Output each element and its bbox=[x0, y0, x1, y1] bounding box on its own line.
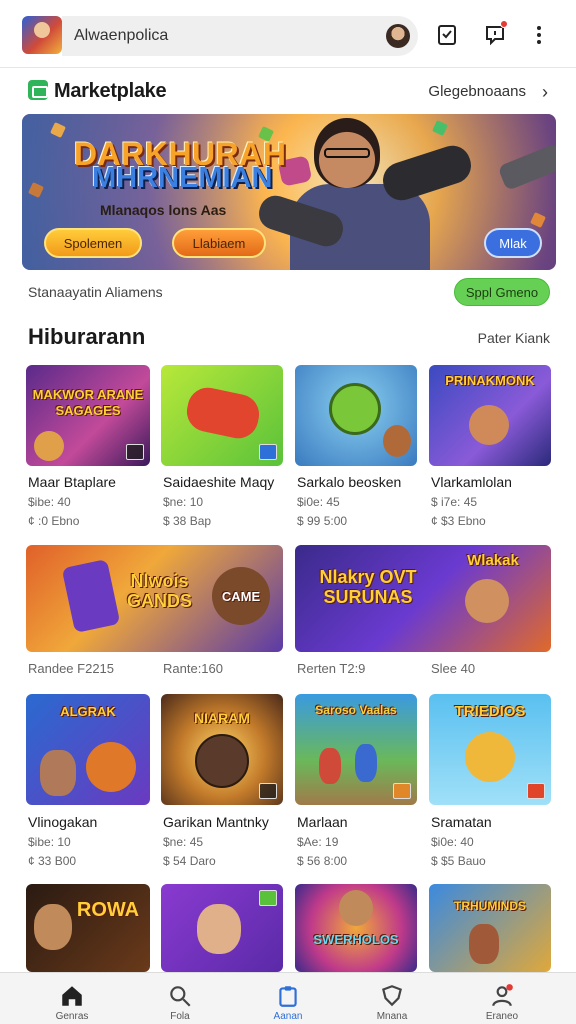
marketplace-header: Marketplake Glegebnoaans › bbox=[0, 68, 576, 114]
user-icon bbox=[492, 984, 513, 1007]
section-more-link[interactable]: Pater Kiank bbox=[478, 330, 550, 346]
nav-library[interactable]: Aanan bbox=[248, 973, 328, 1024]
featured-banner[interactable]: DARKHURAH MHRNEMIAN Mlanaqos lons Aas Sp… bbox=[22, 114, 556, 270]
badge-icon bbox=[527, 783, 545, 799]
nav-label: Mnana bbox=[376, 1011, 408, 1022]
game-tile[interactable] bbox=[161, 884, 283, 972]
game-title[interactable]: Vlarkamlolan bbox=[431, 474, 512, 490]
game-tile[interactable]: MAKWOR ARANE SAGAGES bbox=[26, 365, 150, 466]
search-icon bbox=[170, 986, 191, 1007]
game-tile[interactable]: SWERHOLOS bbox=[295, 884, 417, 972]
banner-button-primary[interactable]: Spolemen bbox=[44, 228, 142, 258]
nav-label: Fola bbox=[170, 1011, 190, 1022]
game-meta: ¢ $3 Ebno bbox=[431, 514, 486, 528]
game-title[interactable]: Garikan Mantnky bbox=[163, 814, 269, 830]
game-meta: Slee 40 bbox=[431, 661, 476, 676]
game-meta: $ 56 8:00 bbox=[297, 854, 348, 868]
banner-button-secondary[interactable]: Llabiaem bbox=[172, 228, 266, 258]
game-title[interactable]: Saidaeshite Maqy bbox=[163, 474, 274, 490]
game-price: $i0e: 45 bbox=[297, 495, 340, 509]
game-tile-wide[interactable]: Nlakry OVT SURUNAS Wlakak bbox=[295, 545, 551, 652]
bottom-navigation: Genras Fola Aanan Mnana Eraneo bbox=[0, 972, 576, 1024]
banner-title-line2: MHRNEMIAN bbox=[92, 162, 273, 194]
game-title[interactable]: Sramatan bbox=[431, 814, 492, 830]
glasses-icon bbox=[324, 148, 370, 158]
more-menu-icon[interactable] bbox=[524, 20, 554, 50]
game-tile[interactable]: PRINAKMONK bbox=[429, 365, 551, 466]
shield-icon bbox=[382, 985, 402, 1007]
app-avatar-icon[interactable] bbox=[22, 16, 62, 54]
game-tile[interactable]: TRIEDIOS bbox=[429, 694, 551, 805]
game-price: $ i7e: 45 bbox=[431, 495, 478, 509]
bookmark-icon[interactable] bbox=[432, 20, 462, 50]
nav-home[interactable]: Genras bbox=[32, 973, 112, 1024]
top-bar: Alwaenpolica bbox=[0, 0, 576, 68]
game-tile[interactable]: Saroso Vaalas bbox=[295, 694, 417, 805]
game-tile[interactable] bbox=[161, 365, 283, 466]
game-price: $i0e: 40 bbox=[431, 835, 474, 849]
banner-button-more[interactable]: Mlak bbox=[484, 228, 542, 258]
status-text: Stanaayatin Aliamens bbox=[28, 284, 163, 300]
game-tile[interactable]: ALGRAK bbox=[26, 694, 150, 805]
badge-icon bbox=[393, 783, 411, 799]
game-meta: Randee F2215 bbox=[28, 661, 115, 676]
marketplace-logo-icon bbox=[28, 80, 48, 100]
game-price: $Ae: 19 bbox=[297, 835, 339, 849]
game-price: $ne: 10 bbox=[163, 495, 204, 509]
game-meta: $ $5 Bauo bbox=[431, 854, 486, 868]
game-meta: $ 38 Bap bbox=[163, 514, 212, 528]
section-title: Hiburarann bbox=[28, 324, 146, 349]
game-meta: ¢ 33 B00 bbox=[28, 854, 77, 868]
game-price: $ne: 45 bbox=[163, 835, 204, 849]
message-icon[interactable] bbox=[480, 20, 510, 50]
game-price: $ibe: 40 bbox=[28, 495, 71, 509]
marketplace-title: Marketplake bbox=[54, 80, 167, 102]
nav-label: Eraneo bbox=[485, 1011, 519, 1022]
banner-subtitle: Mlanaqos lons Aas bbox=[100, 202, 227, 218]
game-meta: $ 54 Daro bbox=[163, 854, 216, 868]
home-icon bbox=[62, 986, 82, 1006]
nav-search[interactable]: Fola bbox=[140, 973, 220, 1024]
search-bar[interactable]: Alwaenpolica bbox=[62, 16, 418, 56]
badge-icon bbox=[259, 783, 277, 799]
clipboard-icon bbox=[279, 986, 297, 1007]
game-tile[interactable]: NIARAM bbox=[161, 694, 283, 805]
nav-label: Genras bbox=[55, 1011, 89, 1022]
nav-notifications[interactable]: Mnana bbox=[352, 973, 432, 1024]
badge-icon bbox=[259, 444, 277, 460]
game-meta: Rerten T2:9 bbox=[297, 661, 366, 676]
profile-avatar[interactable] bbox=[386, 24, 410, 48]
marketplace-link[interactable]: Glegebnoaans bbox=[428, 83, 526, 100]
game-tile[interactable] bbox=[295, 365, 417, 466]
nav-label: Aanan bbox=[273, 1011, 303, 1022]
notification-dot bbox=[500, 20, 508, 28]
status-row: Stanaayatin Aliamens Sppl Gmeno bbox=[0, 270, 576, 314]
game-tile-wide[interactable]: Nlwois GANDS CAME bbox=[26, 545, 283, 652]
status-button[interactable]: Sppl Gmeno bbox=[454, 278, 550, 306]
game-title[interactable]: Maar Btaplare bbox=[28, 474, 116, 490]
nav-profile[interactable]: Eraneo bbox=[462, 973, 542, 1024]
game-tile[interactable]: ROWA bbox=[26, 884, 150, 972]
gamepad-icon bbox=[183, 383, 263, 443]
game-tile[interactable]: TRHUMINDS bbox=[429, 884, 551, 972]
game-meta: $ 99 5:00 bbox=[297, 514, 348, 528]
search-input[interactable]: Alwaenpolica bbox=[74, 27, 168, 45]
badge-icon bbox=[126, 444, 144, 460]
game-meta: Rante:160 bbox=[163, 661, 223, 676]
game-title[interactable]: Marlaan bbox=[297, 814, 348, 830]
badge-icon bbox=[259, 890, 277, 906]
game-title[interactable]: Sarkalo beosken bbox=[297, 474, 401, 490]
game-price: $ibe: 10 bbox=[28, 835, 71, 849]
chevron-right-icon[interactable]: › bbox=[542, 82, 548, 103]
game-title[interactable]: Vlinogakan bbox=[28, 814, 97, 830]
game-meta: ¢ :0 Ebno bbox=[28, 514, 80, 528]
